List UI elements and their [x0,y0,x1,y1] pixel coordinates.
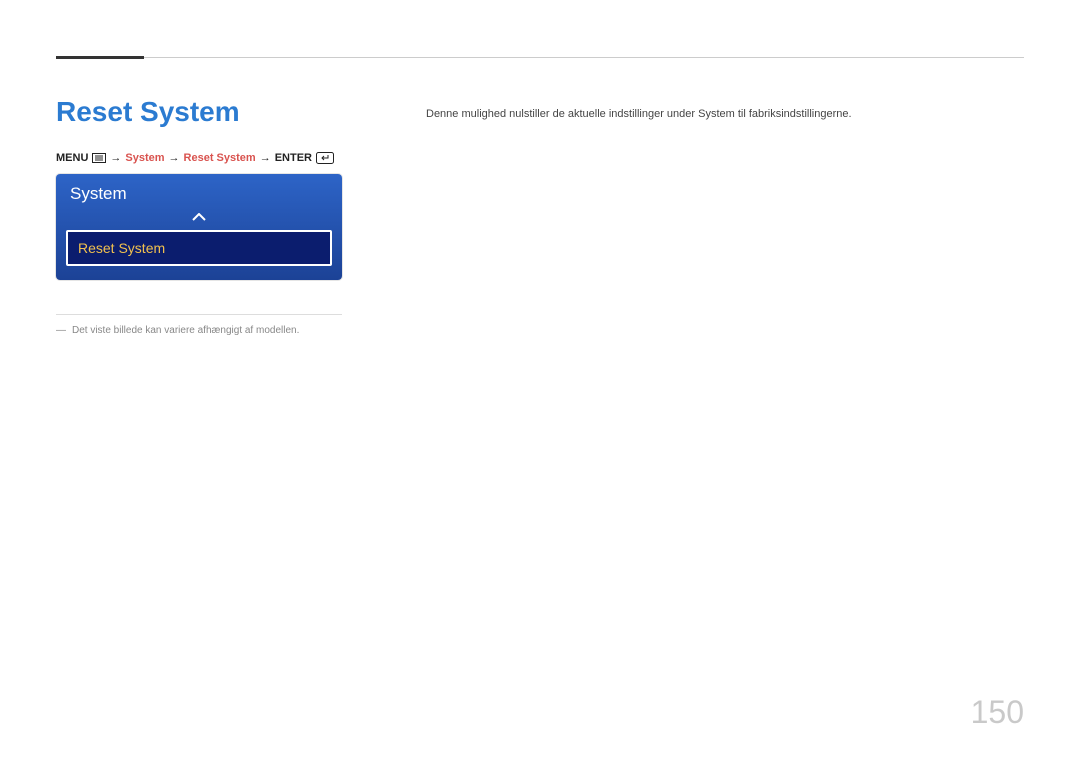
footnote: ― Det viste billede kan variere afhængig… [56,325,386,336]
breadcrumb-menu-label: MENU [56,152,88,164]
content-columns: Reset System MENU → System → Reset Syste… [56,96,1024,336]
section-marker [56,56,144,59]
page-container: Reset System MENU → System → Reset Syste… [0,0,1080,763]
footnote-divider [56,314,342,315]
body-text: Denne mulighed nulstiller de aktuelle in… [426,106,1024,124]
right-column: Denne mulighed nulstiller de aktuelle in… [426,96,1024,336]
menu-panel: System Reset System [56,174,342,280]
page-number: 150 [971,694,1024,731]
menu-panel-title: System [56,174,342,210]
page-heading: Reset System [56,96,386,128]
menu-icon [92,153,106,163]
breadcrumb-arrow-1: → [110,152,121,164]
breadcrumb-enter-label: ENTER [275,152,312,164]
horizontal-rule [144,57,1024,58]
footnote-dash: ― [56,325,66,336]
breadcrumb-reset-system: Reset System [184,152,256,164]
breadcrumb-arrow-3: → [260,152,271,164]
breadcrumb-arrow-2: → [169,152,180,164]
chevron-up-icon[interactable] [56,210,342,230]
breadcrumb: MENU → System → Reset System → ENTER [56,152,386,164]
menu-item-reset-system[interactable]: Reset System [66,230,332,266]
breadcrumb-system: System [125,152,164,164]
footnote-text: Det viste billede kan variere afhængigt … [72,325,299,336]
enter-icon [316,152,334,164]
left-column: Reset System MENU → System → Reset Syste… [56,96,386,336]
